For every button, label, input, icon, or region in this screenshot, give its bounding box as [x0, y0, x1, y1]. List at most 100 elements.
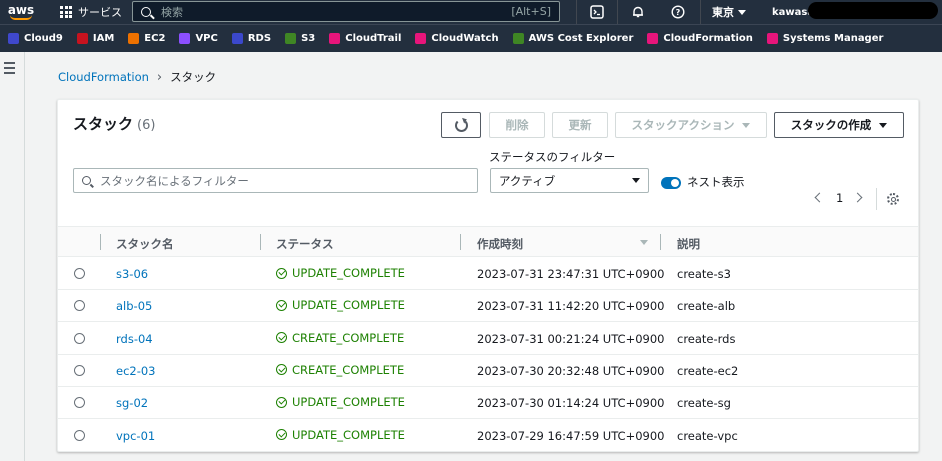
stack-name-link[interactable]: s3-06	[116, 267, 148, 281]
global-search-input[interactable]: 検索 [Alt+S]	[132, 1, 560, 22]
nav-divider	[576, 0, 577, 24]
stack-filter-placeholder: スタック名によるフィルター	[100, 173, 249, 188]
favorite-label: VPC	[195, 33, 218, 44]
stack-created-time: 2023-07-30 20:32:48 UTC+0900	[477, 363, 665, 378]
column-header-description[interactable]: 説明	[677, 236, 700, 252]
stack-description: create-alb	[677, 299, 736, 314]
chevron-left-icon[interactable]	[814, 192, 825, 203]
service-icon	[231, 33, 243, 44]
region-selector[interactable]: 東京	[712, 0, 746, 24]
update-button[interactable]: 更新	[552, 112, 608, 138]
service-icon	[285, 33, 297, 44]
favorite-label: Cloud9	[24, 33, 63, 44]
row-radio[interactable]	[74, 332, 85, 344]
grid-icon	[60, 6, 72, 18]
service-icon	[415, 33, 427, 44]
bell-icon[interactable]	[629, 3, 647, 21]
favorite-item[interactable]: Systems Manager	[766, 33, 883, 44]
column-header-name[interactable]: スタック名	[116, 236, 174, 252]
stack-actions-button[interactable]: スタックアクション	[615, 112, 767, 138]
chevron-down-icon	[879, 122, 888, 128]
delete-button[interactable]: 削除	[489, 112, 545, 138]
column-divider[interactable]	[460, 234, 461, 250]
help-icon[interactable]: ?	[669, 3, 687, 21]
row-radio[interactable]	[74, 429, 85, 441]
favorite-item[interactable]: EC2	[128, 33, 165, 44]
favorite-item[interactable]: IAM	[76, 33, 114, 44]
column-divider[interactable]	[260, 234, 261, 250]
service-icon	[512, 33, 524, 44]
stack-name-link[interactable]: sg-02	[116, 396, 148, 410]
region-label: 東京	[712, 6, 734, 19]
stack-status: UPDATE_COMPLETE	[276, 298, 405, 312]
table-row[interactable]: s3-06 UPDATE_COMPLETE 2023-07-31 23:47:31 …	[58, 258, 918, 290]
row-radio[interactable]	[74, 268, 85, 279]
create-stack-button[interactable]: スタックの作成	[774, 112, 904, 138]
stack-name-link[interactable]: alb-05	[116, 299, 152, 313]
breadcrumb-cloudformation-link[interactable]: CloudFormation	[58, 70, 149, 84]
stack-name-link[interactable]: vpc-01	[116, 429, 155, 443]
redacted-account-id	[808, 2, 938, 19]
check-circle-icon	[276, 332, 287, 344]
favorite-label: RDS	[247, 33, 272, 44]
favorite-item[interactable]: AWS Cost Explorer	[512, 33, 634, 44]
aws-logo[interactable]: aws	[0, 0, 42, 24]
favorite-item[interactable]: RDS	[231, 33, 272, 44]
stack-status-text: UPDATE_COMPLETE	[292, 298, 405, 313]
favorite-item[interactable]: S3	[285, 33, 315, 44]
service-icon	[647, 33, 659, 44]
service-icon	[329, 33, 341, 44]
favorite-item[interactable]: Cloud9	[8, 33, 63, 44]
stack-description: create-rds	[677, 331, 736, 346]
favorite-label: AWS Cost Explorer	[528, 33, 634, 44]
column-divider[interactable]	[660, 234, 661, 250]
column-divider	[100, 234, 101, 250]
stack-status: CREATE_COMPLETE	[276, 331, 404, 345]
chevron-down-icon	[738, 9, 746, 15]
column-header-created[interactable]: 作成時刻	[477, 236, 523, 252]
stack-status: UPDATE_COMPLETE	[276, 266, 405, 280]
stack-name-link[interactable]: ec2-03	[116, 364, 156, 378]
row-radio[interactable]	[74, 397, 85, 409]
stack-created-time: 2023-07-31 00:21:24 UTC+0900	[477, 331, 665, 346]
services-menu[interactable]: サービス	[60, 4, 122, 20]
chevron-down-icon	[632, 178, 640, 183]
stack-status: UPDATE_COMPLETE	[276, 428, 405, 442]
stack-description: create-s3	[677, 267, 731, 281]
search-shortcut: [Alt+S]	[511, 5, 551, 18]
aws-smile-icon	[10, 15, 32, 20]
row-radio[interactable]	[74, 364, 85, 376]
sort-descending-icon[interactable]	[640, 240, 648, 245]
stack-filter-input[interactable]: スタック名によるフィルター	[73, 168, 478, 193]
stacks-panel: スタック (6) 削除 更新 スタックアクション スタックの作成 スタック名による…	[57, 99, 919, 452]
check-circle-icon	[276, 267, 287, 279]
refresh-button[interactable]	[441, 112, 481, 138]
table-row[interactable]: vpc-01 UPDATE_COMPLETE 2023-07-29 16:47:59…	[58, 420, 918, 452]
cloudshell-icon[interactable]	[588, 3, 606, 21]
nested-view-toggle[interactable]	[661, 177, 681, 189]
page-number[interactable]: 1	[836, 191, 843, 205]
table-row[interactable]: alb-05 UPDATE_COMPLETE 2023-07-31 11:42:20…	[58, 290, 918, 323]
menu-icon[interactable]	[4, 62, 15, 74]
row-radio[interactable]	[74, 300, 85, 312]
favorite-item[interactable]: CloudWatch	[415, 33, 499, 44]
gear-icon[interactable]	[887, 193, 899, 205]
status-filter-select[interactable]: アクティブ	[490, 168, 649, 193]
stack-name-link[interactable]: rds-04	[116, 332, 153, 346]
stack-status-text: UPDATE_COMPLETE	[292, 427, 405, 442]
stack-status-text: CREATE_COMPLETE	[292, 362, 405, 377]
favorite-item[interactable]: CloudFormation	[647, 33, 753, 44]
table-row[interactable]: ec2-03 CREATE_COMPLETE 2023-07-30 20:32:48…	[58, 355, 918, 387]
favorite-label: CloudWatch	[431, 33, 499, 44]
table-header: スタック名 ステータス 作成時刻 説明	[58, 226, 918, 257]
stack-created-time: 2023-07-29 16:47:59 UTC+0900	[477, 428, 665, 443]
table-row[interactable]: sg-02 UPDATE_COMPLETE 2023-07-30 01:14:24 …	[58, 387, 918, 420]
table-row[interactable]: rds-04 CREATE_COMPLETE 2023-07-31 00:21:24…	[58, 323, 918, 355]
chevron-right-icon[interactable]	[852, 192, 863, 203]
favorite-item[interactable]: CloudTrail	[329, 33, 401, 44]
search-icon	[141, 6, 151, 17]
breadcrumb: CloudFormation › スタック	[58, 69, 216, 85]
column-header-status[interactable]: ステータス	[276, 236, 334, 252]
nested-view-label: ネスト表示	[687, 175, 745, 189]
favorite-item[interactable]: VPC	[179, 33, 218, 44]
